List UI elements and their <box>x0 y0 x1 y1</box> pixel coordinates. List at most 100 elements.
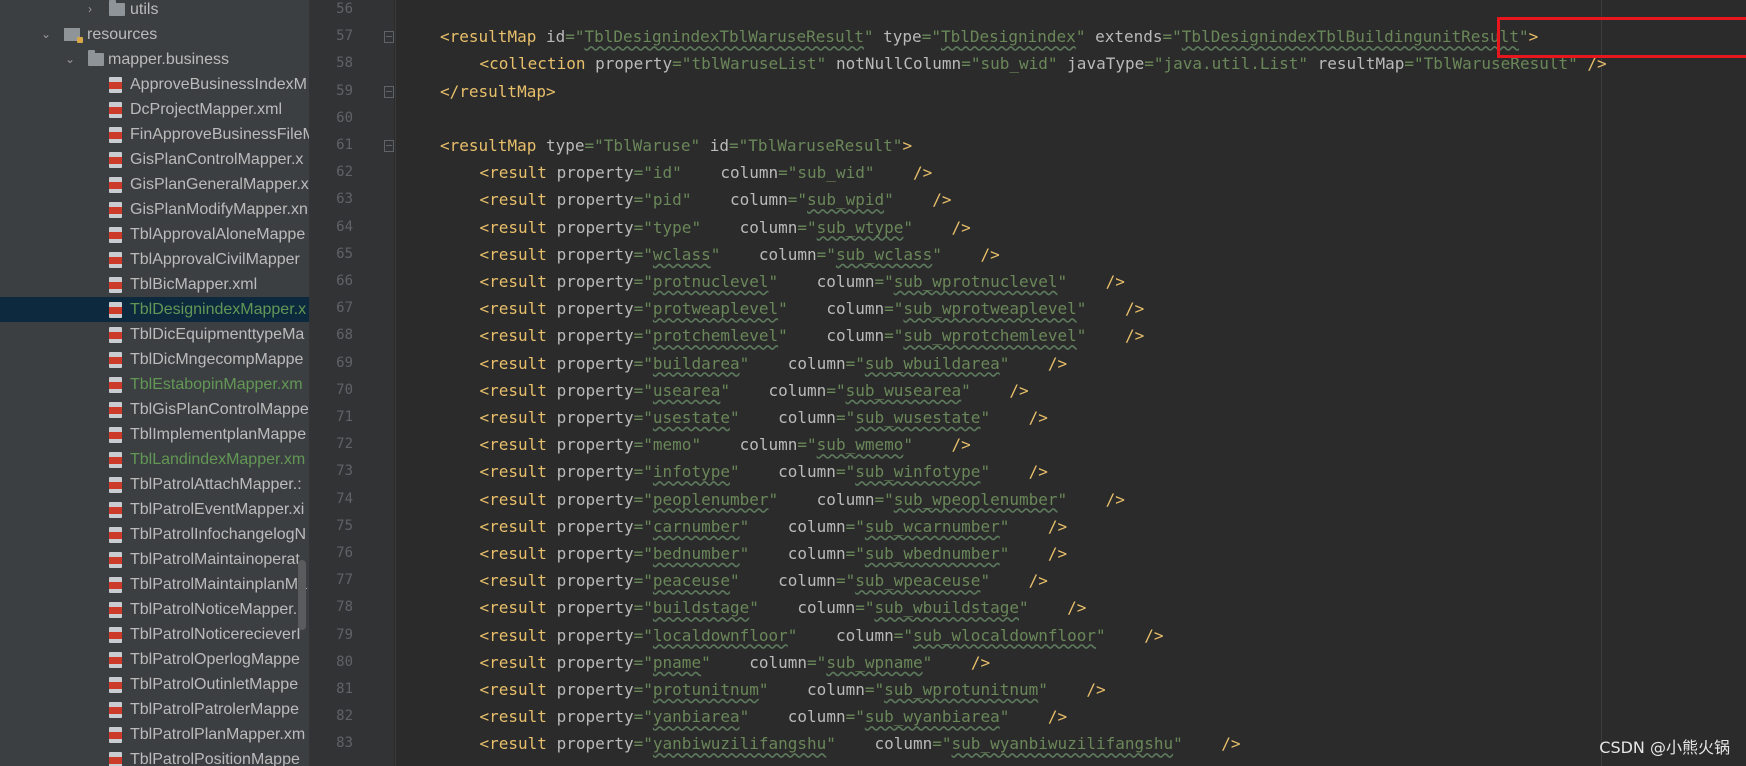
code-line[interactable]: <result property="pid" column="sub_wpid"… <box>480 186 1746 213</box>
tree-item[interactable]: TblPatrolAttachMapper.: <box>0 472 309 497</box>
code-line[interactable]: <result property="yanbiarea" column="sub… <box>480 703 1746 730</box>
attr-equals: =" <box>807 652 827 672</box>
tree-item[interactable]: TblPatrolNoticeMapper. <box>0 597 309 622</box>
tree-item[interactable]: TblPatrolNoticerecieverI <box>0 622 309 647</box>
tree-item[interactable]: TblPatrolPatrolerMappe <box>0 697 309 722</box>
tree-item[interactable]: TblLandindexMapper.xm <box>0 447 309 472</box>
attr-equals: =" <box>633 326 653 346</box>
tree-item[interactable]: TblDicEquipmenttypeMa <box>0 322 309 347</box>
fold-marker-icon[interactable] <box>384 31 394 44</box>
attr-name: column <box>720 163 779 183</box>
code-line[interactable]: <result property="memo" column="sub_wmem… <box>480 431 1746 458</box>
tree-item[interactable]: TblPatrolPlanMapper.xm <box>0 722 309 747</box>
tag-open-bracket: < <box>479 190 490 210</box>
tag-open-bracket: < <box>479 408 490 427</box>
tree-item[interactable]: TblBicMapper.xml <box>0 272 309 297</box>
tree-item-label: TblImplementplanMappe <box>130 426 307 443</box>
xml-file-icon <box>109 252 122 268</box>
code-line[interactable]: <result property="type" column="sub_wtyp… <box>480 214 1746 241</box>
code-line[interactable]: <collection property="tblWaruseList" not… <box>480 50 1746 77</box>
tree-item[interactable]: FinApproveBusinessFileM <box>0 122 309 147</box>
tree-item[interactable]: ⌄ mapper.business <box>0 47 309 72</box>
code-line[interactable]: <result property="usestate" column="sub_… <box>480 404 1746 431</box>
tag-open-bracket: < <box>479 571 490 591</box>
code-line[interactable]: <result property="bednumber" column="sub… <box>480 540 1746 567</box>
tree-item[interactable]: GisPlanControlMapper.x <box>0 147 309 172</box>
tree-item[interactable]: TblPatrolEventMapper.xi <box>0 497 309 522</box>
code-line[interactable]: <result property="protweaplevel" column=… <box>480 295 1746 322</box>
attr-quote: " <box>690 136 701 155</box>
tree-item-label: GisPlanModifyMapper.xn <box>130 201 308 218</box>
code-line[interactable]: <result property="buildarea" column="sub… <box>480 350 1746 377</box>
code-line[interactable]: <result property="pname" column="sub_wpn… <box>480 649 1746 676</box>
property-value: wclass <box>652 244 711 264</box>
fold-marker-icon[interactable] <box>384 140 394 152</box>
chevron-down-icon[interactable]: ⌄ <box>40 22 52 47</box>
tree-item[interactable]: TblPatrolOutinletMappe <box>0 672 309 697</box>
column-value: sub_wprotunitnum <box>884 680 1039 699</box>
tree-item[interactable]: DcProjectMapper.xml <box>0 97 309 122</box>
xml-tag-name: result <box>489 680 547 699</box>
attr-name: column <box>826 326 885 346</box>
tree-item-label: TblPatrolNoticerecieverI <box>130 626 301 643</box>
tree-item[interactable]: ⌄ resources <box>0 22 309 47</box>
code-line[interactable]: <result property="infotype" column="sub_… <box>480 458 1746 485</box>
code-line[interactable]: <result property="yanbiwuzilifangshu" co… <box>480 730 1746 757</box>
tree-item[interactable]: GisPlanModifyMapper.xn <box>0 197 309 222</box>
fold-marker-icon[interactable] <box>384 85 394 98</box>
tree-item[interactable]: ApproveBusinessIndexM <box>0 72 309 97</box>
code-line[interactable]: <resultMap id="TblDesignindexTblWaruseRe… <box>440 23 1740 50</box>
code-line[interactable]: <result property="protchemlevel" column=… <box>480 322 1746 349</box>
tree-item[interactable]: TblPatrolPositionMappe <box>0 747 309 766</box>
code-line[interactable]: <result property="id" column="sub_wid" /… <box>480 159 1746 186</box>
code-line[interactable]: <result property="protunitnum" column="s… <box>480 676 1746 703</box>
tag-close: /> <box>1047 353 1068 373</box>
tree-item[interactable]: › utils <box>0 0 309 22</box>
tree-item[interactable]: TblEstabopinMapper.xm <box>0 372 309 397</box>
attr-equals: =" <box>565 27 585 47</box>
code-line[interactable]: <resultMap type="TblWaruse" id="TblWarus… <box>440 132 1740 159</box>
tree-item-label: TblPatrolNoticeMapper. <box>130 601 298 618</box>
code-line[interactable]: <result property="peoplenumber" column="… <box>480 486 1746 513</box>
tag-open-bracket: < <box>479 435 490 455</box>
tree-item[interactable]: TblPatrolMaintainplanMa <box>0 572 309 597</box>
tree-item[interactable]: TblImplementplanMappe <box>0 422 309 447</box>
project-tree-panel[interactable]: › utils ⌄ resources ⌄ mapper.business ApproveB… <box>0 0 309 766</box>
tree-item[interactable]: TblPatrolOperlogMappe <box>0 647 309 672</box>
code-line[interactable]: <result property="protnuclevel" column="… <box>480 268 1746 295</box>
tree-scrollbar-thumb[interactable] <box>298 560 306 630</box>
code-line[interactable]: <result property="usearea" column="sub_w… <box>480 377 1746 404</box>
tree-item-label: TblPatrolPositionMappe <box>130 751 300 766</box>
code-line[interactable]: </resultMap> <box>440 78 1740 105</box>
code-editor[interactable]: 56 57 58 59 60 61 62 63 64 65 66 67 68 69 70 71 72 73 74 75… <box>309 0 1746 766</box>
tree-item[interactable]: TblPatrolMaintainoperat <box>0 547 309 572</box>
attr-name: column <box>787 353 846 373</box>
tree-item[interactable]: TblApprovalAloneMappe <box>0 222 309 247</box>
tree-item[interactable]: TblDesignindexMapper.x <box>0 297 309 322</box>
tag-open-bracket: < <box>479 544 490 563</box>
tree-item[interactable]: TblPatrolInfochangelogN <box>0 522 309 547</box>
code-line[interactable]: <result property="peaceuse" column="sub_… <box>480 567 1746 594</box>
code-line[interactable]: <result property="wclass" column="sub_wc… <box>480 241 1746 268</box>
tag-close: /> <box>1009 380 1029 400</box>
attr-equals: =" <box>584 136 604 155</box>
chevron-right-icon[interactable]: › <box>84 0 96 22</box>
tree-item[interactable]: TblGisPlanControlMappe <box>0 397 309 422</box>
tree-item[interactable]: GisPlanGeneralMapper.x <box>0 172 309 197</box>
tree-item[interactable]: TblDicMngecompMappe <box>0 347 309 372</box>
tree-item[interactable]: TblApprovalCivilMapper <box>0 247 309 272</box>
xml-tag-name: result <box>489 244 547 264</box>
attr-name: notNullColumn <box>835 54 962 74</box>
tag-open-bracket: < <box>479 652 490 672</box>
code-line[interactable]: <result property="localdownfloor" column… <box>480 622 1746 649</box>
chevron-down-icon[interactable]: ⌄ <box>64 47 76 72</box>
property-value: protnuclevel <box>652 272 769 291</box>
line-number-gutter: 56 57 58 59 60 61 62 63 64 65 66 67 68 69 70 71 72 73 74 75… <box>309 0 394 766</box>
tree-item-label: mapper.business <box>108 51 229 68</box>
code-line[interactable]: <result property="buildstage" column="su… <box>480 594 1746 621</box>
attr-value: TblDesignindex <box>940 27 1076 47</box>
code-line[interactable]: <result property="carnumber" column="sub… <box>480 513 1746 540</box>
